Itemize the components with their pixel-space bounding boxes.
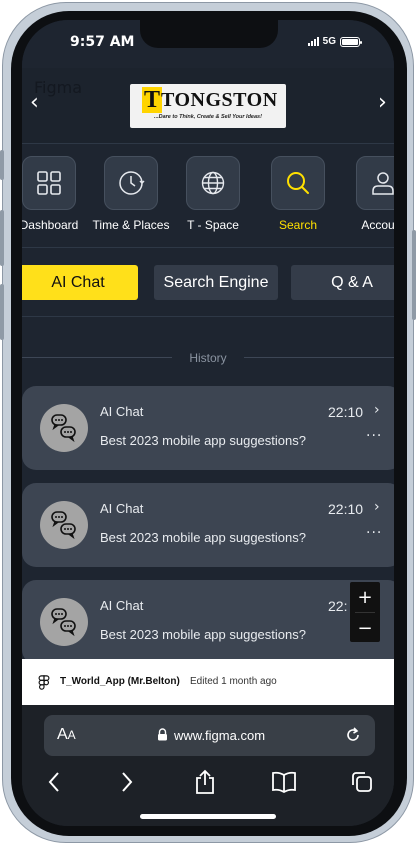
- figma-file-banner[interactable]: T_World_App (Mr.Belton) Edited 1 month a…: [22, 659, 394, 705]
- zoom-out-button[interactable]: −: [350, 613, 380, 643]
- chevron-right-icon: [122, 772, 133, 792]
- url-text: www.figma.com: [174, 728, 266, 743]
- chat-avatar: [40, 404, 88, 452]
- more-options-icon[interactable]: ···: [366, 428, 382, 444]
- card-title: AI Chat: [100, 501, 144, 516]
- card-time: 22:: [328, 598, 348, 614]
- zoom-in-button[interactable]: +: [350, 582, 380, 612]
- nav-tile-search: [271, 156, 325, 210]
- logo-word: TONGSTON: [161, 89, 278, 111]
- edited-timestamp: Edited 1 month ago: [190, 676, 277, 687]
- tab-q-and-a[interactable]: Q & A: [291, 265, 394, 300]
- nav-tile-dashboard: [22, 156, 76, 210]
- status-time: 9:57 AM: [70, 34, 135, 50]
- card-time: 22:10: [328, 501, 364, 517]
- nav-item-dashboard[interactable]: Dashboard: [22, 156, 89, 232]
- chat-avatar: [40, 501, 88, 549]
- card-title: AI Chat: [100, 404, 144, 419]
- book-icon: [272, 771, 296, 793]
- zoom-control: + −: [350, 582, 380, 642]
- nav-label: Time & Places: [92, 218, 170, 232]
- back-button[interactable]: [39, 767, 69, 797]
- share-button[interactable]: [190, 767, 220, 797]
- chat-bubbles-icon: [51, 414, 76, 443]
- card-message: Best 2023 mobile app suggestions?: [100, 627, 306, 642]
- history-divider: History: [22, 348, 394, 368]
- icon-nav: Dashboard Time & Places T - Space Search…: [22, 144, 394, 248]
- phone-screen: 9:57 AM 5G Figma ‹ T TONGSTON ...Dare to…: [22, 20, 394, 826]
- home-indicator: [140, 814, 276, 819]
- chat-tabs: AI Chat Search Engine Q & A: [22, 249, 394, 317]
- chat-bubbles-icon: [51, 511, 76, 540]
- text-size-large: A: [57, 726, 68, 743]
- forward-button[interactable]: [112, 767, 142, 797]
- next-arrow-icon[interactable]: ›: [378, 92, 387, 114]
- tabs-button[interactable]: [347, 767, 377, 797]
- nav-label: T - Space: [187, 218, 239, 232]
- grid-icon: [37, 171, 61, 195]
- logo-tagline: ...Dare to Think, Create & Sell Your Ide…: [154, 114, 262, 120]
- file-name: T_World_App (Mr.Belton): [60, 676, 180, 687]
- nav-label: Search: [278, 218, 318, 232]
- tab-search-engine[interactable]: Search Engine: [154, 265, 278, 300]
- reload-icon[interactable]: [344, 726, 362, 744]
- lock-icon: [158, 728, 167, 741]
- card-message: Best 2023 mobile app suggestions?: [100, 530, 306, 545]
- card-title: AI Chat: [100, 598, 144, 613]
- text-size-button[interactable]: AA: [57, 726, 76, 744]
- battery-icon: [340, 36, 362, 47]
- app-header: Figma ‹ T TONGSTON ...Dare to Think, Cre…: [22, 68, 394, 144]
- card-message: Best 2023 mobile app suggestions?: [100, 433, 306, 448]
- nav-tile-space: [186, 156, 240, 210]
- figma-label: Figma: [34, 78, 83, 97]
- nav-tile-time: [104, 156, 158, 210]
- nav-item-search[interactable]: Search: [258, 156, 338, 232]
- network-label: 5G: [322, 36, 336, 47]
- chevron-right-icon: ›: [374, 499, 380, 515]
- chat-avatar: [40, 598, 88, 646]
- signal-icon: [307, 37, 319, 46]
- history-item[interactable]: AI Chat 22:10 › Best 2023 mobile app sug…: [22, 386, 394, 470]
- nav-label: Account: [361, 218, 394, 232]
- tongston-logo: T TONGSTON ...Dare to Think, Create & Se…: [130, 84, 286, 128]
- nav-label: Dashboard: [22, 218, 79, 232]
- history-item[interactable]: AI Chat 22: Best 2023 mobile app suggest…: [22, 580, 394, 664]
- volume-up-button: [0, 210, 4, 266]
- history-item[interactable]: AI Chat 22:10 › Best 2023 mobile app sug…: [22, 483, 394, 567]
- globe-icon: [201, 171, 225, 195]
- status-indicators: 5G: [307, 36, 362, 47]
- notch: [140, 20, 278, 48]
- bookmarks-button[interactable]: [269, 767, 299, 797]
- nav-tile-account: [356, 156, 394, 210]
- more-options-icon[interactable]: ···: [366, 525, 382, 541]
- nav-item-t-space[interactable]: T - Space: [173, 156, 253, 232]
- figma-logo-icon: [38, 675, 50, 690]
- tabs-icon: [352, 772, 372, 792]
- power-button: [412, 230, 416, 320]
- prev-arrow-icon[interactable]: ‹: [30, 92, 39, 114]
- browser-chrome: AA www.figma.com: [22, 705, 394, 826]
- clock-icon: [119, 171, 145, 195]
- logo-letter: T: [142, 87, 162, 113]
- volume-down-button: [0, 284, 4, 340]
- text-size-small: A: [67, 728, 76, 742]
- tab-ai-chat[interactable]: AI Chat: [22, 265, 138, 300]
- share-icon: [196, 769, 214, 794]
- user-icon: [372, 172, 394, 195]
- address-bar[interactable]: AA www.figma.com: [44, 715, 375, 756]
- chevron-left-icon: [48, 772, 59, 792]
- status-bar: 9:57 AM 5G: [22, 20, 394, 68]
- card-time: 22:10: [328, 404, 364, 420]
- silent-switch: [0, 150, 4, 180]
- nav-item-account[interactable]: Account: [343, 156, 394, 232]
- chevron-right-icon: ›: [374, 402, 380, 418]
- history-label: History: [189, 351, 227, 365]
- nav-item-time-places[interactable]: Time & Places: [91, 156, 171, 232]
- chat-bubbles-icon: [51, 608, 76, 637]
- search-icon: [287, 172, 309, 194]
